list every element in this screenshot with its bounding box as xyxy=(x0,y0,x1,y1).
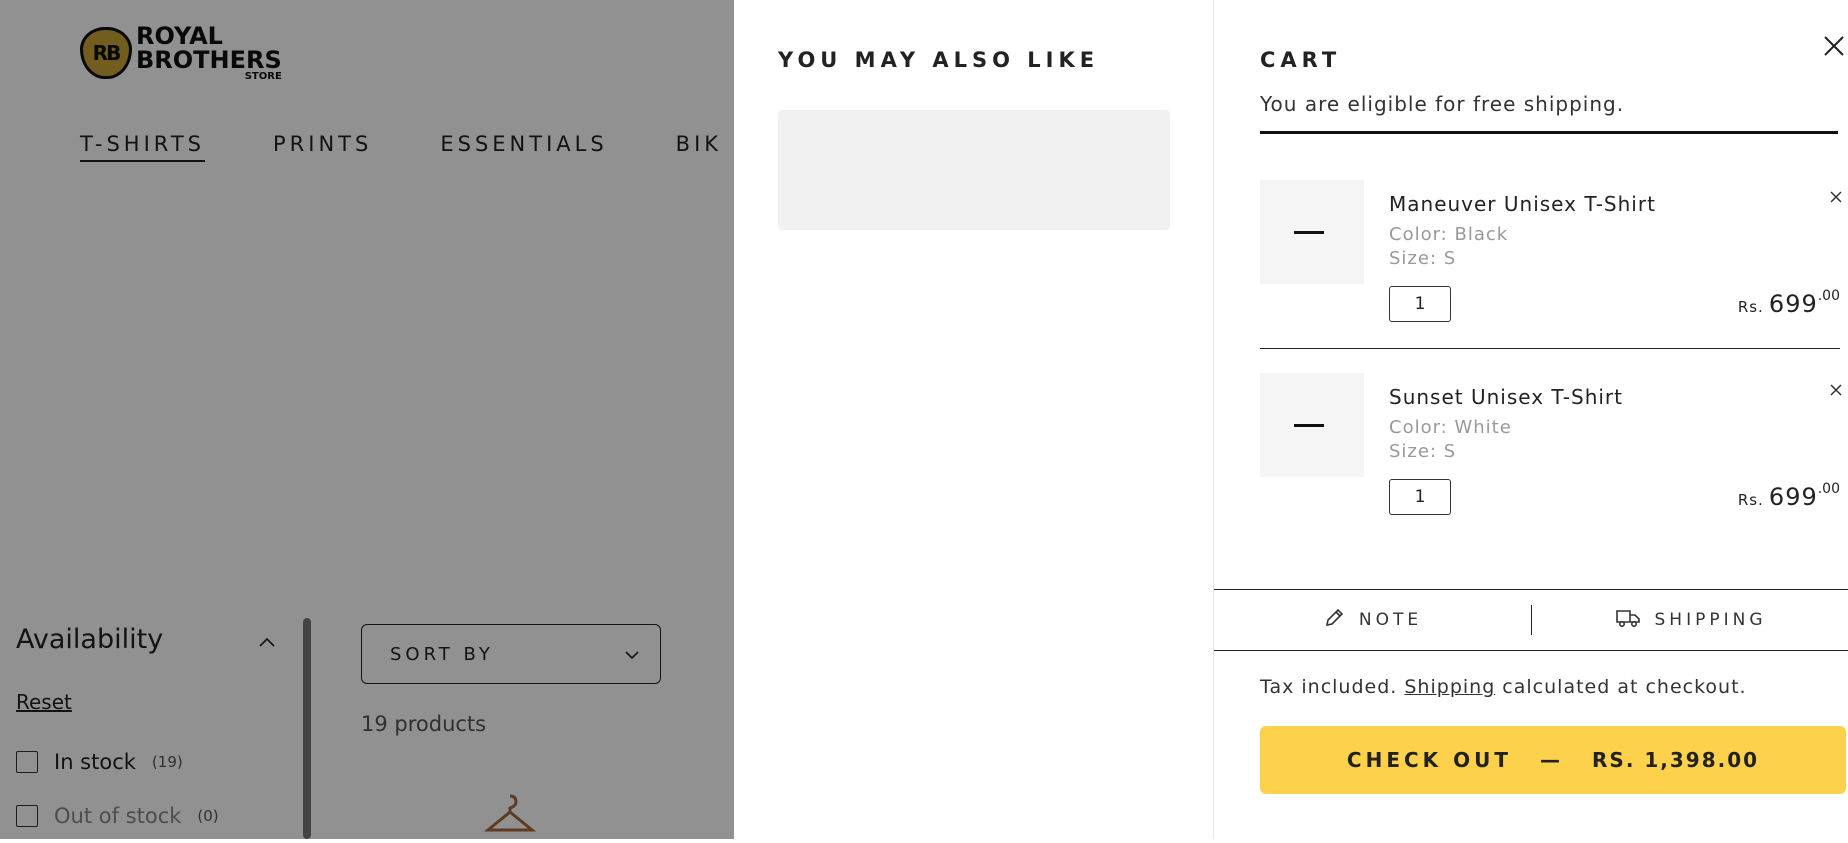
cart-item: Maneuver Unisex T-Shirt Color: Black Siz… xyxy=(1260,180,1843,330)
shipping-tab[interactable]: SHIPPING xyxy=(1532,608,1848,633)
cart-item-price: Rs. 699.00 xyxy=(1737,288,1840,318)
close-icon[interactable] xyxy=(1822,34,1848,62)
checkout-total: RS. 1,398.00 xyxy=(1592,748,1760,772)
cart-item-size: Size: S xyxy=(1389,441,1457,462)
cart-item-image[interactable] xyxy=(1260,180,1364,284)
cart-drawer: CART You are eligible for free shipping.… xyxy=(1213,0,1848,839)
cart-item-color: Color: White xyxy=(1389,417,1512,438)
checkout-separator: — xyxy=(1540,748,1565,772)
checkout-label: CHECK OUT xyxy=(1346,748,1513,772)
cart-item-name[interactable]: Sunset Unisex T-Shirt xyxy=(1389,385,1623,409)
tax-note-prefix: Tax included. xyxy=(1260,676,1405,698)
tax-note: Tax included. Shipping calculated at che… xyxy=(1260,676,1747,698)
tax-note-suffix: calculated at checkout. xyxy=(1495,676,1747,698)
shipping-tab-label: SHIPPING xyxy=(1654,610,1767,630)
cart-item-price: Rs. 699.00 xyxy=(1737,481,1840,511)
cart-title: CART xyxy=(1260,48,1342,72)
remove-icon[interactable] xyxy=(1829,188,1843,209)
upsell-product-placeholder xyxy=(778,110,1170,230)
price-amount: 699 xyxy=(1768,290,1818,318)
cart-item-color: Color: Black xyxy=(1389,224,1509,245)
shipping-policy-link[interactable]: Shipping xyxy=(1404,676,1495,698)
upsell-panel: YOU MAY ALSO LIKE xyxy=(734,0,1214,839)
upsell-title: YOU MAY ALSO LIKE xyxy=(778,48,1100,72)
price-amount: 699 xyxy=(1768,483,1818,511)
cart-item: Sunset Unisex T-Shirt Color: White Size:… xyxy=(1260,373,1843,523)
pencil-icon xyxy=(1323,607,1345,634)
cart-tabs: NOTE SHIPPING xyxy=(1214,589,1848,651)
cart-item-divider xyxy=(1260,348,1840,349)
remove-icon[interactable] xyxy=(1829,381,1843,402)
page-overlay[interactable] xyxy=(0,0,734,839)
cart-item-image[interactable] xyxy=(1260,373,1364,477)
quantity-input[interactable]: 1 xyxy=(1389,479,1451,515)
price-decimals: .00 xyxy=(1817,288,1840,304)
cart-item-name[interactable]: Maneuver Unisex T-Shirt xyxy=(1389,192,1656,216)
truck-icon xyxy=(1615,608,1641,633)
price-decimals: .00 xyxy=(1817,481,1840,497)
note-tab-label: NOTE xyxy=(1358,610,1423,630)
note-tab[interactable]: NOTE xyxy=(1214,607,1531,634)
price-currency: Rs. xyxy=(1737,298,1764,316)
cart-item-size: Size: S xyxy=(1389,248,1457,269)
checkout-button[interactable]: CHECK OUT — RS. 1,398.00 xyxy=(1260,726,1846,794)
free-shipping-message: You are eligible for free shipping. xyxy=(1260,92,1625,116)
price-currency: Rs. xyxy=(1737,491,1764,509)
free-shipping-progress-bar xyxy=(1260,131,1838,134)
quantity-input[interactable]: 1 xyxy=(1389,286,1451,322)
